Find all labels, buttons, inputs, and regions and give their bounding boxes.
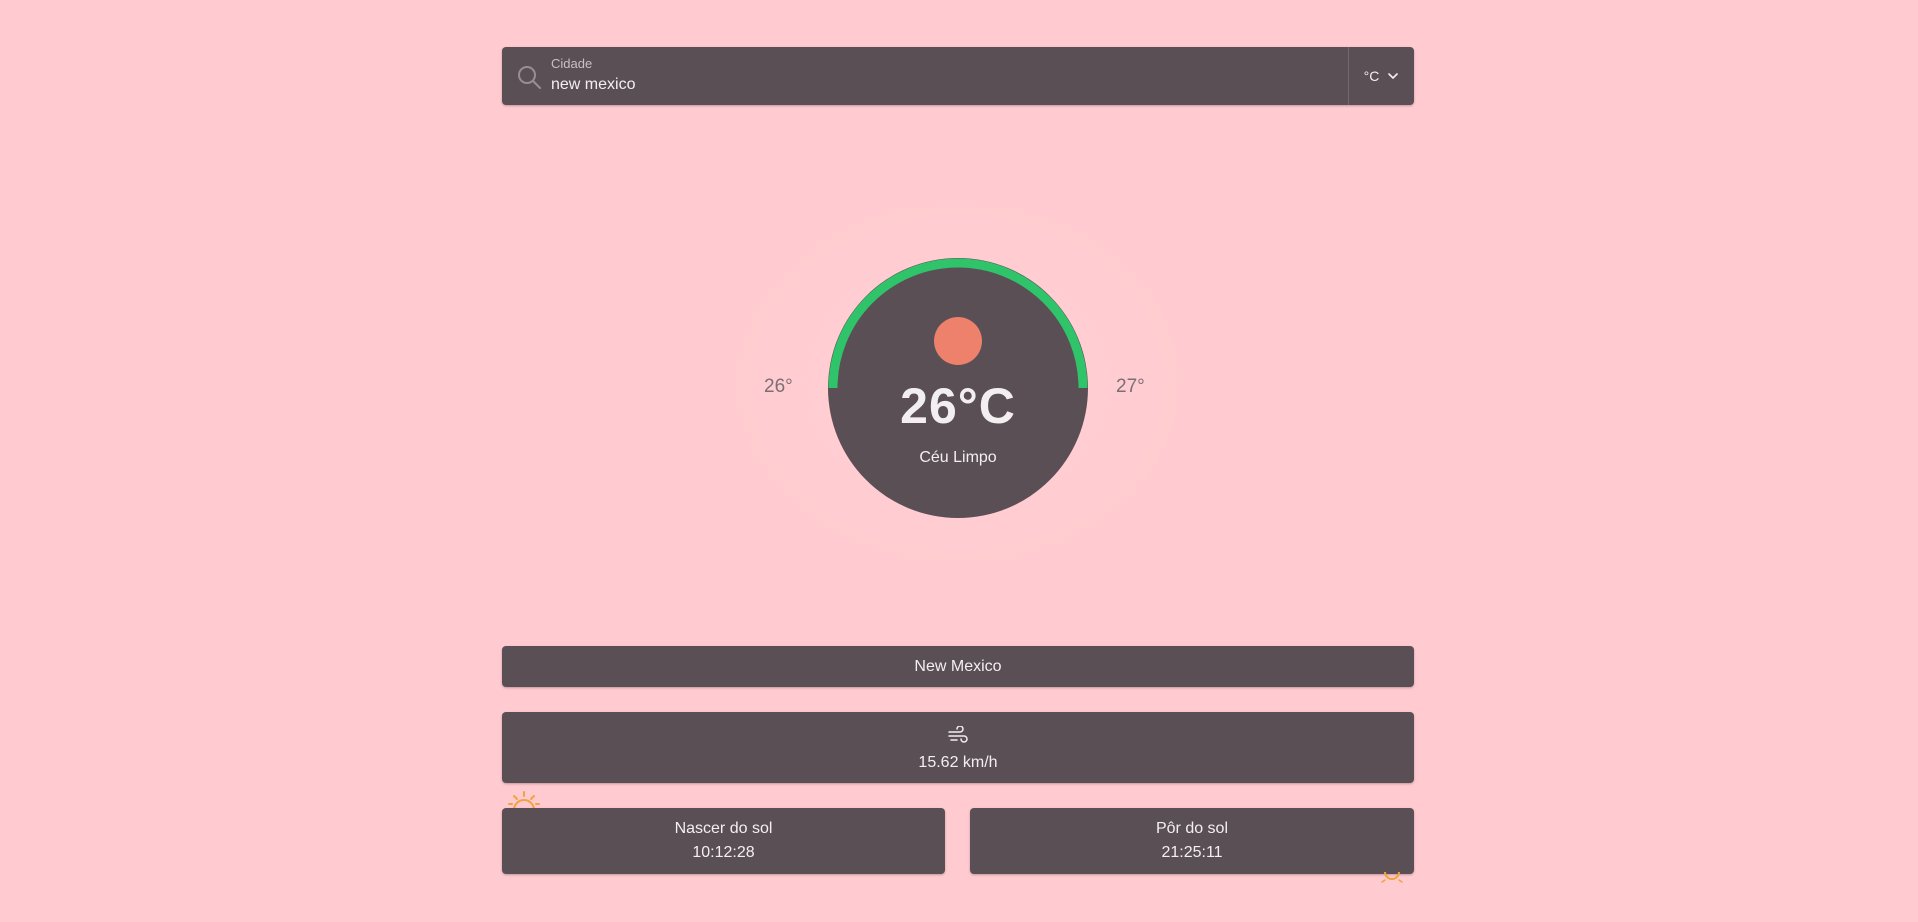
temperature-min: 26° xyxy=(764,376,793,397)
sunset-time: 21:25:11 xyxy=(1161,844,1223,861)
weather-description: Céu Limpo xyxy=(919,449,997,466)
sunset-icon xyxy=(1381,871,1403,883)
weather-condition-icon xyxy=(934,317,982,365)
search-bar: Cidade °C xyxy=(502,47,1414,105)
city-name-card: New Mexico xyxy=(502,646,1414,687)
unit-select[interactable]: °C xyxy=(1348,47,1414,105)
sunrise-title: Nascer do sol xyxy=(674,820,773,837)
unit-selected-value: °C xyxy=(1363,68,1380,84)
city-name: New Mexico xyxy=(914,658,1002,675)
temperature-max: 27° xyxy=(1116,376,1145,397)
city-field-label: Cidade xyxy=(551,56,593,71)
weather-app: Cidade °C 26° 27° 26°C Céu Limpo New Mex… xyxy=(0,0,1918,922)
sunset-card: Pôr do sol 21:25:11 xyxy=(970,808,1414,874)
city-search-field[interactable]: Cidade xyxy=(502,47,1348,105)
wind-speed: 15.62 km/h xyxy=(918,754,998,771)
sunrise-time: 10:12:28 xyxy=(692,844,755,861)
wind-card: 15.62 km/h xyxy=(502,712,1414,783)
chevron-down-icon xyxy=(1388,73,1399,79)
sunset-title: Pôr do sol xyxy=(1155,820,1229,837)
temperature-gauge: 26°C Céu Limpo xyxy=(828,257,1088,519)
sunrise-card: Nascer do sol 10:12:28 xyxy=(502,808,945,874)
current-temperature: 26°C xyxy=(900,378,1016,434)
search-icon xyxy=(518,66,541,89)
wind-icon xyxy=(948,726,968,743)
city-search-input[interactable] xyxy=(551,76,1331,94)
